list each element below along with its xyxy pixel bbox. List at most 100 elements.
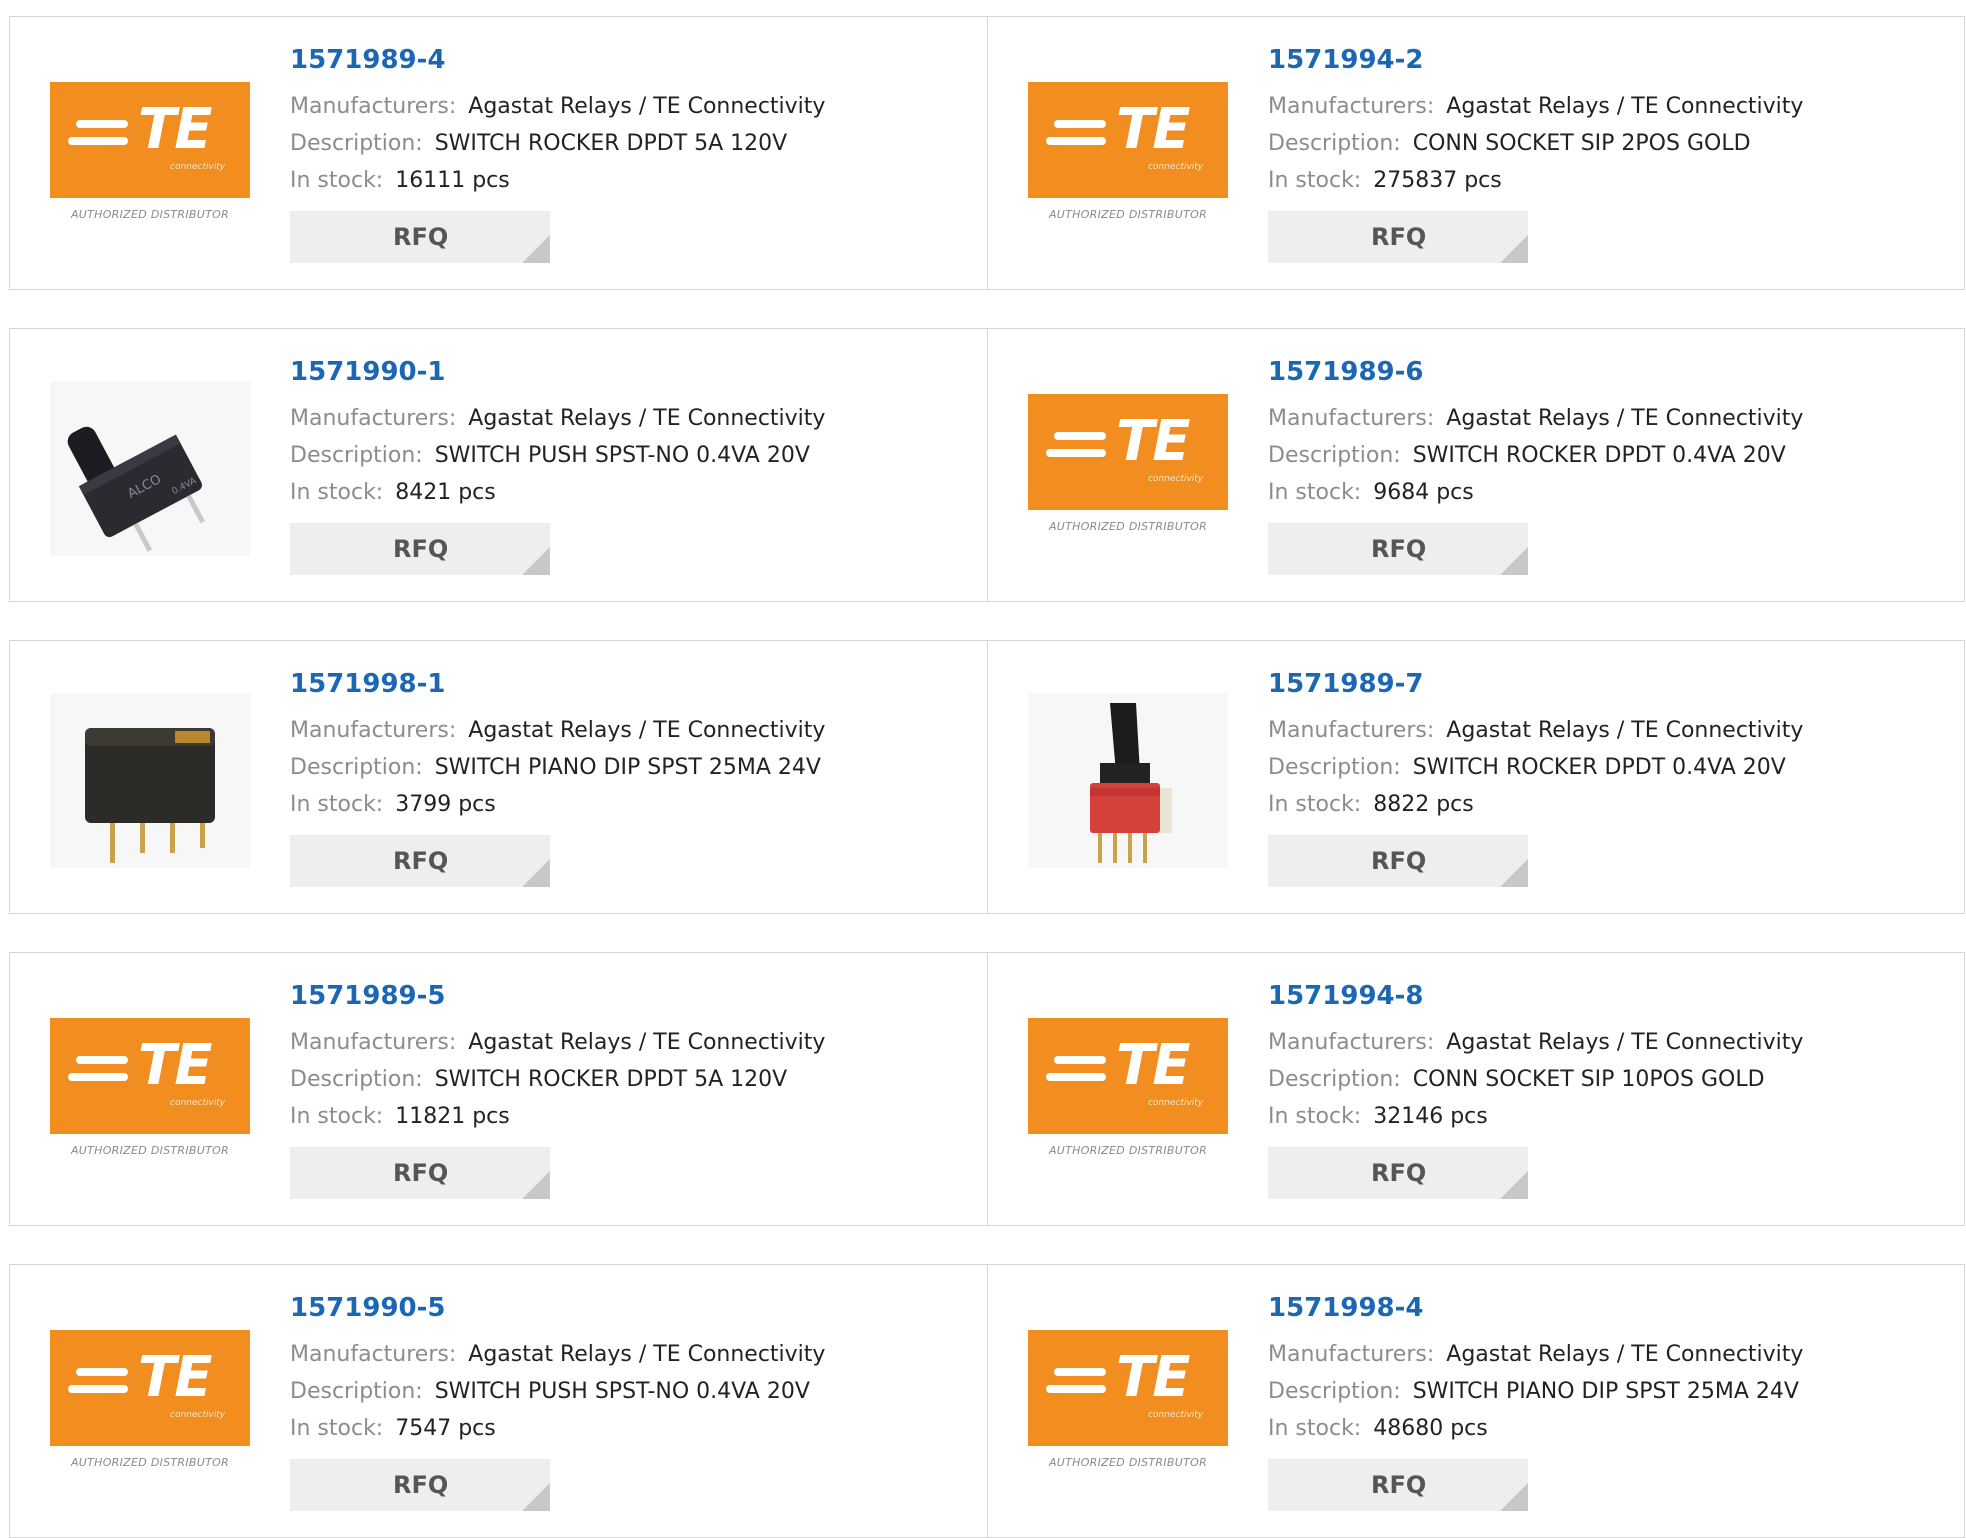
part-number-link[interactable]: 1571989-6	[1268, 357, 1803, 388]
manufacturers-label: Manufacturers:	[1268, 406, 1435, 432]
description-value: SWITCH PUSH SPST-NO 0.4VA 20V	[434, 1379, 810, 1405]
product-image[interactable]: TE connectivity AUTHORIZED DISTRIBUTOR	[50, 1005, 250, 1180]
rfq-button[interactable]: RFQ	[1268, 523, 1528, 576]
product-card: 1571998-1 Manufacturers: Agastat Relays /…	[10, 641, 987, 913]
manufacturer-value: Agastat Relays / TE Connectivity	[468, 94, 826, 120]
te-connectivity-logo: TE connectivity AUTHORIZED DISTRIBUTOR	[50, 81, 250, 232]
product-card: TE connectivity AUTHORIZED DISTRIBUTOR 15…	[987, 329, 1964, 601]
product-card: TE connectivity AUTHORIZED DISTRIBUTOR 15…	[987, 1265, 1964, 1537]
description-label: Description:	[1268, 131, 1401, 157]
in-stock-label: In stock:	[1268, 1104, 1362, 1130]
product-image[interactable]: ALCO 0.4VA	[50, 381, 250, 556]
rfq-button[interactable]: RFQ	[290, 523, 550, 576]
rfq-button[interactable]: RFQ	[290, 1147, 550, 1200]
stock-value: 48680 pcs	[1373, 1416, 1488, 1442]
in-stock-label: In stock:	[1268, 168, 1362, 194]
stock-value: 9684 pcs	[1373, 480, 1474, 506]
description-label: Description:	[290, 755, 423, 781]
part-number-link[interactable]: 1571989-5	[290, 981, 825, 1012]
rfq-button[interactable]: RFQ	[1268, 211, 1528, 264]
in-stock-label: In stock:	[1268, 792, 1362, 818]
in-stock-label: In stock:	[290, 1104, 384, 1130]
in-stock-label: In stock:	[290, 1416, 384, 1442]
description-value: SWITCH ROCKER DPDT 0.4VA 20V	[1412, 755, 1786, 781]
product-image[interactable]: TE connectivity AUTHORIZED DISTRIBUTOR	[1028, 1005, 1228, 1180]
manufacturer-value: Agastat Relays / TE Connectivity	[468, 406, 826, 432]
part-number-link[interactable]: 1571990-1	[290, 357, 825, 388]
stock-value: 3799 pcs	[395, 792, 496, 818]
description-value: CONN SOCKET SIP 10POS GOLD	[1412, 1067, 1765, 1093]
product-image[interactable]: TE connectivity AUTHORIZED DISTRIBUTOR	[50, 69, 250, 244]
manufacturers-label: Manufacturers:	[1268, 1030, 1435, 1056]
part-number-link[interactable]: 1571989-4	[290, 45, 825, 76]
product-row: ALCO 0.4VA 1571990-1 Manufacturers: Agast…	[9, 328, 1965, 602]
manufacturer-value: Agastat Relays / TE Connectivity	[1446, 406, 1804, 432]
product-card: ALCO 0.4VA 1571990-1 Manufacturers: Agast…	[10, 329, 987, 601]
in-stock-label: In stock:	[290, 480, 384, 506]
te-connectivity-logo: TE connectivity AUTHORIZED DISTRIBUTOR	[50, 1017, 250, 1168]
description-label: Description:	[290, 1067, 423, 1093]
manufacturers-label: Manufacturers:	[290, 718, 457, 744]
authorized-distributor-text: AUTHORIZED DISTRIBUTOR	[70, 1143, 230, 1157]
description-value: SWITCH PIANO DIP SPST 25MA 24V	[434, 755, 821, 781]
description-value: SWITCH PIANO DIP SPST 25MA 24V	[1412, 1379, 1799, 1405]
part-number-link[interactable]: 1571998-4	[1268, 1293, 1803, 1324]
product-row: 1571998-1 Manufacturers: Agastat Relays /…	[9, 640, 1965, 914]
description-value: CONN SOCKET SIP 2POS GOLD	[1412, 131, 1751, 157]
rfq-button[interactable]: RFQ	[290, 835, 550, 888]
description-label: Description:	[290, 443, 423, 469]
stock-value: 7547 pcs	[395, 1416, 496, 1442]
te-connectivity-logo: TE connectivity AUTHORIZED DISTRIBUTOR	[1028, 393, 1228, 544]
authorized-distributor-text: AUTHORIZED DISTRIBUTOR	[1048, 207, 1208, 221]
authorized-distributor-text: AUTHORIZED DISTRIBUTOR	[70, 1455, 230, 1469]
product-card: 1571989-7 Manufacturers: Agastat Relays /…	[987, 641, 1964, 913]
manufacturers-label: Manufacturers:	[290, 1342, 457, 1368]
manufacturer-value: Agastat Relays / TE Connectivity	[468, 718, 826, 744]
te-connectivity-logo: TE connectivity AUTHORIZED DISTRIBUTOR	[1028, 81, 1228, 232]
product-image[interactable]: TE connectivity AUTHORIZED DISTRIBUTOR	[1028, 381, 1228, 556]
product-image[interactable]: TE connectivity AUTHORIZED DISTRIBUTOR	[50, 1317, 250, 1492]
authorized-distributor-text: AUTHORIZED DISTRIBUTOR	[1048, 1143, 1208, 1157]
product-image[interactable]: TE connectivity AUTHORIZED DISTRIBUTOR	[1028, 69, 1228, 244]
product-image[interactable]	[50, 693, 250, 868]
in-stock-label: In stock:	[1268, 1416, 1362, 1442]
product-card: TE connectivity AUTHORIZED DISTRIBUTOR 15…	[10, 17, 987, 289]
product-image[interactable]: TE connectivity AUTHORIZED DISTRIBUTOR	[1028, 1317, 1228, 1492]
stock-value: 275837 pcs	[1373, 168, 1502, 194]
stock-value: 16111 pcs	[395, 168, 510, 194]
te-connectivity-logo: TE connectivity AUTHORIZED DISTRIBUTOR	[1028, 1329, 1228, 1480]
rfq-button[interactable]: RFQ	[1268, 835, 1528, 888]
description-value: SWITCH ROCKER DPDT 5A 120V	[434, 131, 788, 157]
manufacturers-label: Manufacturers:	[1268, 718, 1435, 744]
authorized-distributor-text: AUTHORIZED DISTRIBUTOR	[1048, 519, 1208, 533]
rfq-button[interactable]: RFQ	[1268, 1147, 1528, 1200]
part-number-link[interactable]: 1571994-2	[1268, 45, 1803, 76]
description-label: Description:	[1268, 443, 1401, 469]
manufacturers-label: Manufacturers:	[1268, 1342, 1435, 1368]
dip-switch-photo	[50, 693, 250, 868]
part-number-link[interactable]: 1571994-8	[1268, 981, 1803, 1012]
manufacturers-label: Manufacturers:	[290, 1030, 457, 1056]
description-label: Description:	[1268, 755, 1401, 781]
in-stock-label: In stock:	[1268, 480, 1362, 506]
description-value: SWITCH PUSH SPST-NO 0.4VA 20V	[434, 443, 810, 469]
stock-value: 8421 pcs	[395, 480, 496, 506]
manufacturer-value: Agastat Relays / TE Connectivity	[1446, 1030, 1804, 1056]
rfq-button[interactable]: RFQ	[1268, 1459, 1528, 1512]
product-image[interactable]	[1028, 693, 1228, 868]
part-number-link[interactable]: 1571989-7	[1268, 669, 1803, 700]
pushbutton-switch-photo: ALCO 0.4VA	[50, 381, 250, 556]
in-stock-label: In stock:	[290, 168, 384, 194]
rfq-button[interactable]: RFQ	[290, 211, 550, 264]
part-number-link[interactable]: 1571990-5	[290, 1293, 825, 1324]
description-value: SWITCH ROCKER DPDT 5A 120V	[434, 1067, 788, 1093]
manufacturer-value: Agastat Relays / TE Connectivity	[468, 1342, 826, 1368]
stock-value: 11821 pcs	[395, 1104, 510, 1130]
product-card: TE connectivity AUTHORIZED DISTRIBUTOR 15…	[10, 953, 987, 1225]
product-row: TE connectivity AUTHORIZED DISTRIBUTOR 15…	[9, 952, 1965, 1226]
product-card: TE connectivity AUTHORIZED DISTRIBUTOR 15…	[987, 953, 1964, 1225]
authorized-distributor-text: AUTHORIZED DISTRIBUTOR	[70, 207, 230, 221]
rfq-button[interactable]: RFQ	[290, 1459, 550, 1512]
part-number-link[interactable]: 1571998-1	[290, 669, 825, 700]
stock-value: 8822 pcs	[1373, 792, 1474, 818]
